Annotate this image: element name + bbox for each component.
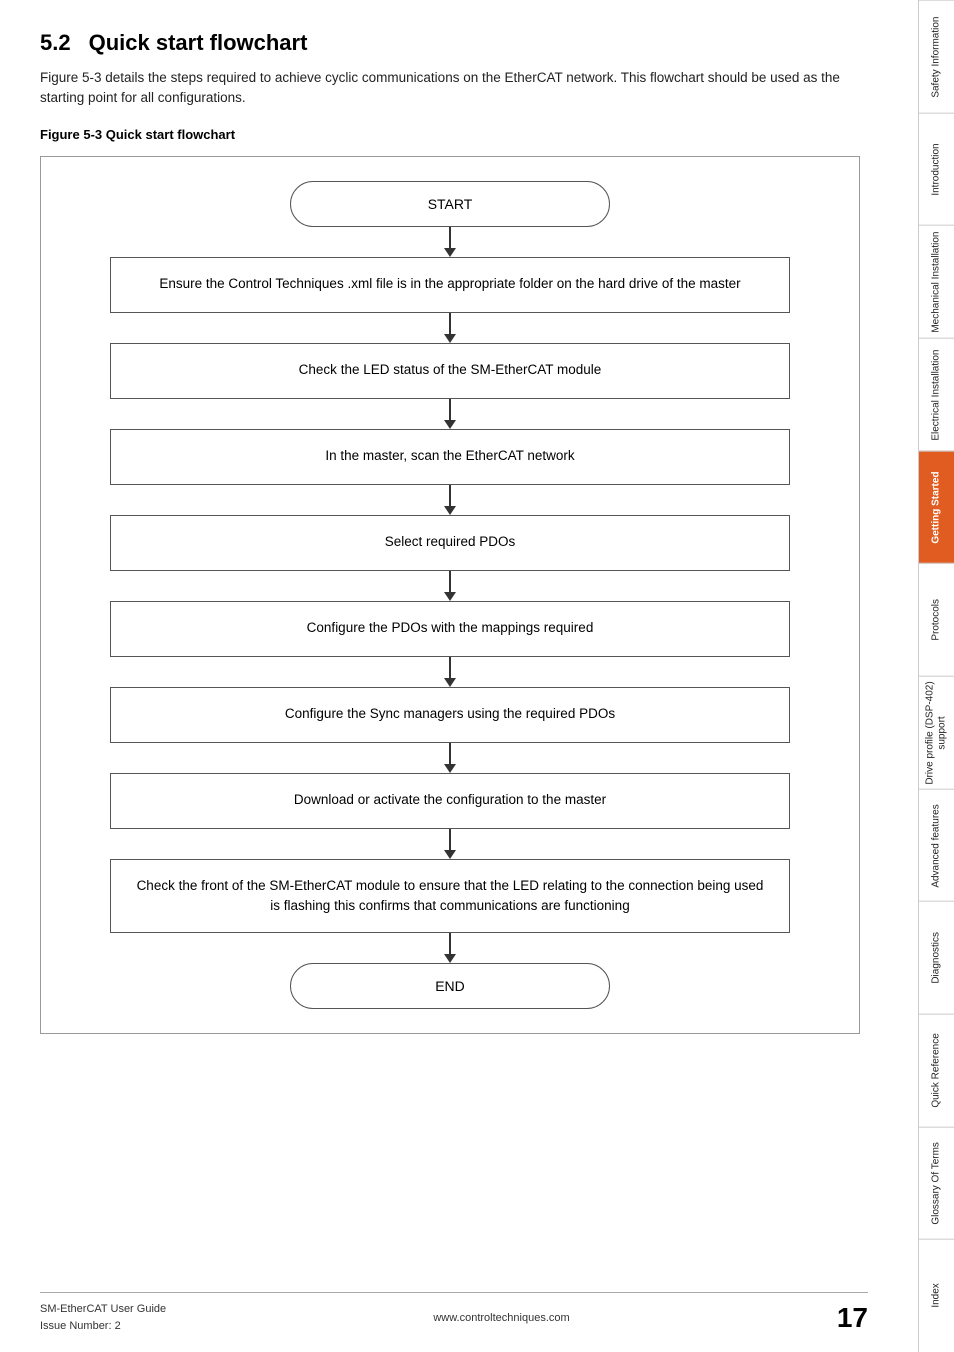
footer-center: www.controltechniques.com	[433, 1312, 569, 1324]
section-intro: Figure 5-3 details the steps required to…	[40, 68, 860, 109]
flowchart-step6: Configure the Sync managers using the re…	[110, 687, 790, 743]
sidebar-tab-intro[interactable]: Introduction	[919, 113, 954, 226]
sidebar-tab-elec[interactable]: Electrical Installation	[919, 338, 954, 451]
flowchart: START Ensure the Control Techniques .xml…	[61, 181, 839, 1010]
flowchart-step7: Download or activate the configuration t…	[110, 773, 790, 829]
main-content: 5.2 Quick start flowchart Figure 5-3 det…	[0, 0, 918, 1352]
flowchart-step8: Check the front of the SM-EtherCAT modul…	[110, 859, 790, 934]
arrow-2	[444, 399, 456, 429]
footer-page-number: 17	[837, 1302, 868, 1334]
arrow-6	[444, 743, 456, 773]
sidebar-tab-diag[interactable]: Diagnostics	[919, 901, 954, 1014]
sidebar-tab-advanced[interactable]: Advanced features	[919, 789, 954, 902]
sidebar-tab-getting[interactable]: Getting Started	[919, 451, 954, 564]
flowchart-container: START Ensure the Control Techniques .xml…	[40, 156, 860, 1035]
flowchart-end: END	[290, 963, 610, 1009]
arrow-5	[444, 657, 456, 687]
arrow-1	[444, 313, 456, 343]
page-wrapper: 5.2 Quick start flowchart Figure 5-3 det…	[0, 0, 954, 1352]
figure-caption: Figure 5-3 Quick start flowchart	[40, 127, 888, 142]
flowchart-step4: Select required PDOs	[110, 515, 790, 571]
sidebar-tab-quick[interactable]: Quick Reference	[919, 1014, 954, 1127]
sidebar-tab-safety[interactable]: Safety Information	[919, 0, 954, 113]
flowchart-step3: In the master, scan the EtherCAT network	[110, 429, 790, 485]
flowchart-step1: Ensure the Control Techniques .xml file …	[110, 257, 790, 313]
footer-left: SM-EtherCAT User Guide Issue Number: 2	[40, 1301, 166, 1334]
arrow-3	[444, 485, 456, 515]
section-title: 5.2 Quick start flowchart	[40, 30, 888, 56]
section-heading: Quick start flowchart	[89, 30, 308, 56]
sidebar-tab-glossary[interactable]: Glossary Of Terms	[919, 1127, 954, 1240]
page-footer: SM-EtherCAT User Guide Issue Number: 2 w…	[40, 1292, 868, 1334]
sidebar-tab-index[interactable]: Index	[919, 1239, 954, 1352]
footer-left-line1: SM-EtherCAT User Guide	[40, 1301, 166, 1318]
arrow-8	[444, 933, 456, 963]
section-number: 5.2	[40, 30, 71, 56]
sidebar-tab-protocols[interactable]: Protocols	[919, 563, 954, 676]
flowchart-start: START	[290, 181, 610, 227]
footer-left-line2: Issue Number: 2	[40, 1318, 166, 1335]
arrow-4	[444, 571, 456, 601]
flowchart-step5: Configure the PDOs with the mappings req…	[110, 601, 790, 657]
sidebar: Safety Information Introduction Mechanic…	[918, 0, 954, 1352]
sidebar-tab-mech[interactable]: Mechanical Installation	[919, 225, 954, 338]
arrow-7	[444, 829, 456, 859]
sidebar-tab-drive[interactable]: Drive profile (DSP-402) support	[919, 676, 954, 789]
flowchart-step2: Check the LED status of the SM-EtherCAT …	[110, 343, 790, 399]
arrow-0	[444, 227, 456, 257]
